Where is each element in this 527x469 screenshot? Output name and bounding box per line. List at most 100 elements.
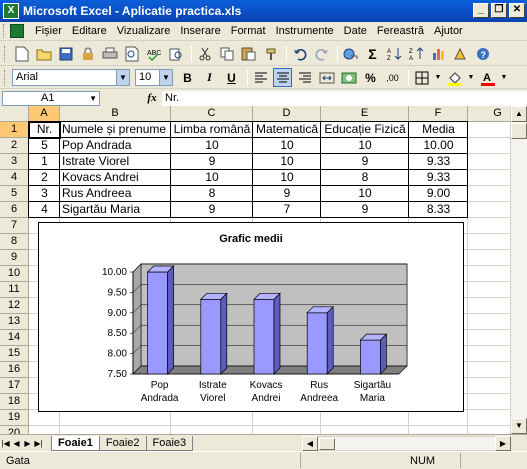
header-cell[interactable]: Limba română xyxy=(171,122,253,138)
chevron-down-icon[interactable]: ▼ xyxy=(116,70,129,85)
permission-icon[interactable] xyxy=(78,44,97,63)
new-icon[interactable] xyxy=(12,44,31,63)
header-cell[interactable]: Matematică xyxy=(253,122,321,138)
column-header-c[interactable]: C xyxy=(171,106,253,122)
row-header-6[interactable]: 6 xyxy=(0,202,29,218)
row-header-16[interactable]: 16 xyxy=(0,362,29,378)
table-cell[interactable]: 10 xyxy=(253,138,321,154)
row-header-19[interactable]: 19 xyxy=(0,410,29,426)
first-sheet-icon[interactable]: |◀ xyxy=(0,439,11,448)
active-cell-a1[interactable] xyxy=(28,121,61,139)
excel-app-icon[interactable]: X xyxy=(3,3,19,19)
table-cell[interactable]: 2 xyxy=(29,170,60,186)
percent-button[interactable]: % xyxy=(361,68,380,87)
table-cell[interactable]: 9 xyxy=(321,202,409,218)
column-header-e[interactable]: E xyxy=(321,106,409,122)
underline-button[interactable]: U xyxy=(222,68,241,87)
restore-button[interactable]: ❐ xyxy=(491,3,507,18)
sheet-tab-foaie1[interactable]: Foaie1 xyxy=(51,435,100,451)
scroll-left-icon[interactable]: ◀ xyxy=(302,436,318,451)
hyperlink-icon[interactable] xyxy=(341,44,360,63)
name-box[interactable]: A1 ▼ xyxy=(2,90,100,106)
borders-icon[interactable] xyxy=(412,68,431,87)
chevron-down-icon[interactable]: ▼ xyxy=(434,68,442,87)
align-left-icon[interactable] xyxy=(251,68,270,87)
row-header-2[interactable]: 2 xyxy=(0,138,29,154)
menu-help[interactable]: Ajutor xyxy=(429,25,468,37)
vertical-scroll-thumb[interactable] xyxy=(511,123,527,139)
horizontal-scroll-thumb[interactable] xyxy=(319,438,335,450)
table-cell[interactable]: 1 xyxy=(29,154,60,170)
open-icon[interactable] xyxy=(34,44,53,63)
table-cell[interactable]: 9 xyxy=(171,202,253,218)
chevron-down-icon[interactable]: ▼ xyxy=(467,68,475,87)
row-header-10[interactable]: 10 xyxy=(0,266,29,282)
column-header-d[interactable]: D xyxy=(253,106,321,122)
header-cell[interactable]: Numele și prenume xyxy=(60,122,171,138)
undo-icon[interactable] xyxy=(290,44,309,63)
copy-icon[interactable] xyxy=(217,44,236,63)
spelling-icon[interactable]: ABC xyxy=(144,44,163,63)
table-cell[interactable]: 9 xyxy=(171,154,253,170)
sort-ascending-icon[interactable]: AZ xyxy=(385,44,404,63)
menu-view[interactable]: Vizualizare xyxy=(112,25,176,37)
help-icon[interactable]: ? xyxy=(473,44,492,63)
redo-icon[interactable] xyxy=(312,44,331,63)
menu-insert[interactable]: Inserare xyxy=(175,25,225,37)
table-cell[interactable]: 10 xyxy=(321,138,409,154)
toolbar-grip[interactable] xyxy=(4,45,7,62)
table-cell[interactable]: 7 xyxy=(253,202,321,218)
save-icon[interactable] xyxy=(56,44,75,63)
chevron-down-icon[interactable]: ▼ xyxy=(89,92,97,105)
column-header-a[interactable]: A xyxy=(29,106,60,122)
select-all-corner[interactable] xyxy=(0,106,29,122)
chevron-down-icon[interactable]: ▼ xyxy=(500,68,508,87)
table-cell[interactable]: Rus Andreea xyxy=(60,186,171,202)
row-header-4[interactable]: 4 xyxy=(0,170,29,186)
chart-object[interactable]: Grafic medii 10.00 9.50 9.00 8.50 8.00 7.50 Pop… xyxy=(38,222,464,412)
table-cell[interactable]: 10.00 xyxy=(409,138,468,154)
font-color-icon[interactable]: A xyxy=(478,68,497,87)
menu-format[interactable]: Format xyxy=(226,25,271,37)
row-header-13[interactable]: 13 xyxy=(0,314,29,330)
header-cell[interactable]: Media xyxy=(409,122,468,138)
table-cell[interactable]: 9.33 xyxy=(409,154,468,170)
menu-file[interactable]: Fișier xyxy=(30,25,67,37)
table-cell[interactable]: Sigartău Maria xyxy=(60,202,171,218)
table-cell[interactable]: 4 xyxy=(29,202,60,218)
font-name-select[interactable]: Arial ▼ xyxy=(12,69,130,86)
column-header-b[interactable]: B xyxy=(60,106,171,122)
print-icon[interactable] xyxy=(100,44,119,63)
sheet-tab-foaie3[interactable]: Foaie3 xyxy=(145,435,194,451)
table-cell[interactable]: 9 xyxy=(321,154,409,170)
print-preview-icon[interactable] xyxy=(122,44,141,63)
table-cell[interactable]: 10 xyxy=(253,154,321,170)
menubar-grip[interactable] xyxy=(3,24,6,38)
row-header-1[interactable]: 1 xyxy=(0,122,29,138)
toolbar-grip[interactable] xyxy=(4,69,7,86)
row-header-18[interactable]: 18 xyxy=(0,394,29,410)
close-button[interactable]: ✕ xyxy=(509,3,525,18)
vertical-scrollbar[interactable]: ▲ ▼ xyxy=(510,106,527,434)
formula-input[interactable]: Nr. xyxy=(162,90,527,106)
align-center-icon[interactable] xyxy=(273,68,292,87)
last-sheet-icon[interactable]: ▶| xyxy=(33,439,44,448)
menu-edit[interactable]: Editare xyxy=(67,25,112,37)
bold-button[interactable]: B xyxy=(178,68,197,87)
table-cell[interactable]: 10 xyxy=(321,186,409,202)
paste-icon[interactable] xyxy=(239,44,258,63)
align-right-icon[interactable] xyxy=(295,68,314,87)
next-sheet-icon[interactable]: ▶ xyxy=(22,439,33,448)
scroll-right-icon[interactable]: ▶ xyxy=(495,436,511,451)
italic-button[interactable]: I xyxy=(200,68,219,87)
table-cell[interactable]: 9 xyxy=(253,186,321,202)
menu-data[interactable]: Date xyxy=(339,25,372,37)
header-cell[interactable]: Educație Fizică xyxy=(321,122,409,138)
chart-wizard-icon[interactable] xyxy=(429,44,448,63)
table-cell[interactable]: 9.00 xyxy=(409,186,468,202)
menu-tools[interactable]: Instrumente xyxy=(271,25,339,37)
row-header-9[interactable]: 9 xyxy=(0,250,29,266)
scroll-up-icon[interactable]: ▲ xyxy=(511,106,527,122)
row-header-5[interactable]: 5 xyxy=(0,186,29,202)
spreadsheet-grid[interactable]: A B C D E F G 1 2 3 4 5 6 7 8 9 10 11 12 13 14 15 16 17 18 19 20 Nr… xyxy=(0,106,527,434)
